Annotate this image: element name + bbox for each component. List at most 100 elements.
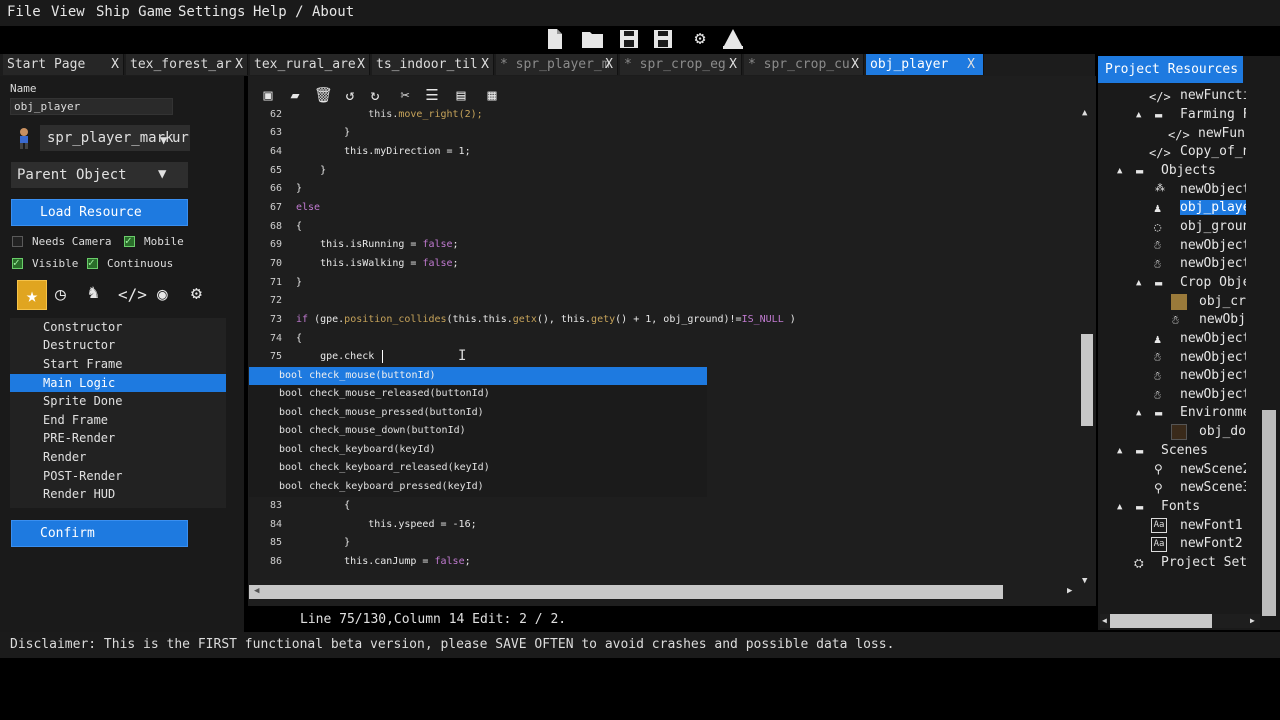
tab-spr-player[interactable]: * spr_player_m X (496, 54, 618, 75)
autocomplete-item[interactable]: bool check_keyboard_pressed(keyId) (249, 478, 707, 496)
sprite-dropdown[interactable]: spr_player_mark (40, 125, 190, 151)
tree-item[interactable]: Scenes (1161, 443, 1221, 458)
code-icon[interactable]: </> (118, 285, 147, 304)
open-folder-icon[interactable] (580, 28, 606, 50)
autocomplete-item[interactable]: bool check_keyboard(keyId) (249, 441, 707, 459)
needs-camera-checkbox[interactable] (12, 236, 23, 247)
tab-close-icon[interactable]: X (967, 54, 975, 75)
tab-spr-crop-cu[interactable]: * spr_crop_cu X (744, 54, 864, 75)
tree-item[interactable]: newObject (1180, 331, 1246, 346)
event-render[interactable]: Render (10, 448, 226, 466)
autocomplete-item[interactable]: bool check_mouse_released(buttonId) (249, 385, 707, 403)
event-destructor[interactable]: Destructor (10, 336, 226, 354)
tree-item-selected[interactable]: obj_playe (1180, 200, 1246, 215)
event-pre-render[interactable]: PRE-Render (10, 429, 226, 447)
new-file-icon[interactable] (544, 28, 566, 50)
tree-item[interactable]: newFont2 (1180, 536, 1246, 551)
character-icon[interactable]: ♞ (88, 282, 99, 303)
tree-item[interactable]: newObje (1199, 312, 1246, 327)
load-resource-button[interactable]: Load Resource (11, 199, 188, 226)
scroll-up-icon[interactable]: ▲ (1082, 108, 1087, 118)
tree-item[interactable]: newObject (1180, 368, 1246, 383)
tab-spr-crop-eg[interactable]: * spr_crop_eg X (620, 54, 742, 75)
tree-item[interactable]: Farming F (1180, 107, 1246, 122)
tree-item[interactable]: obj_cro (1199, 294, 1246, 309)
tree-item[interactable]: newFont1 (1180, 518, 1246, 533)
tab-tex-forest[interactable]: tex_forest_ar X (126, 54, 248, 75)
tab-close-icon[interactable]: X (357, 54, 365, 75)
tree-item[interactable]: newObject (1180, 350, 1246, 365)
continuous-checkbox[interactable] (87, 256, 98, 269)
cut-icon[interactable]: ✂ (396, 86, 414, 104)
save-all-icon[interactable]: ▰ (286, 86, 304, 104)
event-render-hud[interactable]: Render HUD (10, 485, 226, 503)
scroll-right-icon[interactable]: ▶ (1067, 586, 1072, 596)
tree-item[interactable]: obj_groun (1180, 219, 1246, 234)
editor-vertical-scrollbar[interactable]: ▲ ▼ (1080, 106, 1094, 586)
tree-item[interactable]: obj_doc (1199, 424, 1246, 439)
trash-icon[interactable]: 🗑 (314, 86, 333, 104)
event-start-frame[interactable]: Start Frame (10, 355, 226, 373)
scroll-right-icon[interactable]: ▶ (1250, 616, 1255, 625)
resources-vertical-scrollbar[interactable] (1262, 410, 1276, 616)
autocomplete-item[interactable]: bool check_mouse_down(buttonId) (249, 422, 707, 440)
tree-item[interactable]: newFunc (1198, 126, 1246, 141)
event-post-render[interactable]: POST-Render (10, 467, 226, 485)
tree-item[interactable]: newScene3 (1180, 480, 1246, 495)
event-main-logic[interactable]: Main Logic (10, 374, 226, 392)
collapse-icon[interactable]: ▲ (1136, 278, 1141, 288)
collapse-icon[interactable]: ▲ (1136, 408, 1141, 418)
clipboard-icon[interactable]: ▦ (483, 86, 501, 104)
autocomplete-item[interactable]: bool check_mouse_pressed(buttonId) (249, 404, 707, 422)
tree-item[interactable]: Project Setti (1161, 555, 1248, 570)
event-constructor[interactable]: Constructor (10, 318, 226, 336)
tree-item[interactable]: newObject (1180, 182, 1246, 197)
confirm-button[interactable]: Confirm (11, 520, 188, 547)
tab-close-icon[interactable]: X (729, 54, 737, 75)
tree-item[interactable]: Environme (1180, 405, 1246, 420)
tab-start-page[interactable]: Start Page X (3, 54, 124, 75)
tab-tex-rural[interactable]: tex_rural_are X (250, 54, 370, 75)
paste-icon[interactable]: ▤ (452, 86, 470, 104)
scrollbar-thumb[interactable] (1110, 614, 1212, 628)
scroll-down-icon[interactable]: ▼ (1082, 576, 1087, 586)
gear-icon[interactable]: ⚙ (191, 283, 202, 304)
tree-item[interactable]: Copy_of_n (1180, 144, 1246, 159)
scroll-left-icon[interactable]: ◀ (254, 586, 259, 596)
collapse-icon[interactable]: ▲ (1117, 166, 1122, 176)
tree-item[interactable]: newFuncti (1180, 88, 1246, 103)
scrollbar-thumb[interactable] (1081, 334, 1093, 426)
resources-horizontal-scrollbar[interactable]: ◀ ▶ (1100, 614, 1260, 628)
editor-horizontal-scrollbar[interactable]: ◀ ▶ (249, 585, 1079, 599)
gear-icon[interactable]: ⚙ (689, 28, 711, 50)
event-end-frame[interactable]: End Frame (10, 411, 226, 429)
tree-item[interactable]: newScene2 (1180, 462, 1246, 477)
collapse-icon[interactable]: ▲ (1136, 110, 1141, 120)
tab-close-icon[interactable]: X (235, 54, 243, 75)
undo-icon[interactable]: ↺ (341, 86, 359, 104)
menu-settings[interactable]: Settings (178, 4, 245, 20)
collapse-icon[interactable]: ▲ (1117, 502, 1122, 512)
name-field[interactable]: obj_player (10, 98, 173, 115)
menu-view[interactable]: View (51, 4, 85, 20)
tree-item[interactable]: newObject (1180, 387, 1246, 402)
menu-ship-game[interactable]: Ship Game (96, 4, 172, 20)
tab-close-icon[interactable]: X (851, 54, 859, 75)
star-icon[interactable]: ★ (17, 280, 47, 310)
event-sprite-done[interactable]: Sprite Done (10, 392, 226, 410)
save-icon[interactable] (618, 28, 640, 50)
tab-ts-indoor[interactable]: ts_indoor_til X (372, 54, 494, 75)
scroll-left-icon[interactable]: ◀ (1102, 616, 1107, 625)
build-icon[interactable] (722, 28, 744, 50)
tree-item[interactable]: Objects (1161, 163, 1221, 178)
tab-close-icon[interactable]: X (605, 54, 613, 75)
menu-file[interactable]: File (7, 4, 41, 20)
menu-help-about[interactable]: Help / About (253, 4, 354, 20)
redo-icon[interactable]: ↻ (366, 86, 384, 104)
mobile-checkbox[interactable] (124, 234, 135, 247)
visible-checkbox[interactable] (12, 256, 23, 269)
tab-obj-player[interactable]: obj_player X (866, 54, 984, 75)
tree-item[interactable]: Crop Obje (1180, 275, 1246, 290)
tree-item[interactable]: Fonts (1161, 499, 1221, 514)
indent-icon[interactable]: ☰ (423, 86, 441, 104)
